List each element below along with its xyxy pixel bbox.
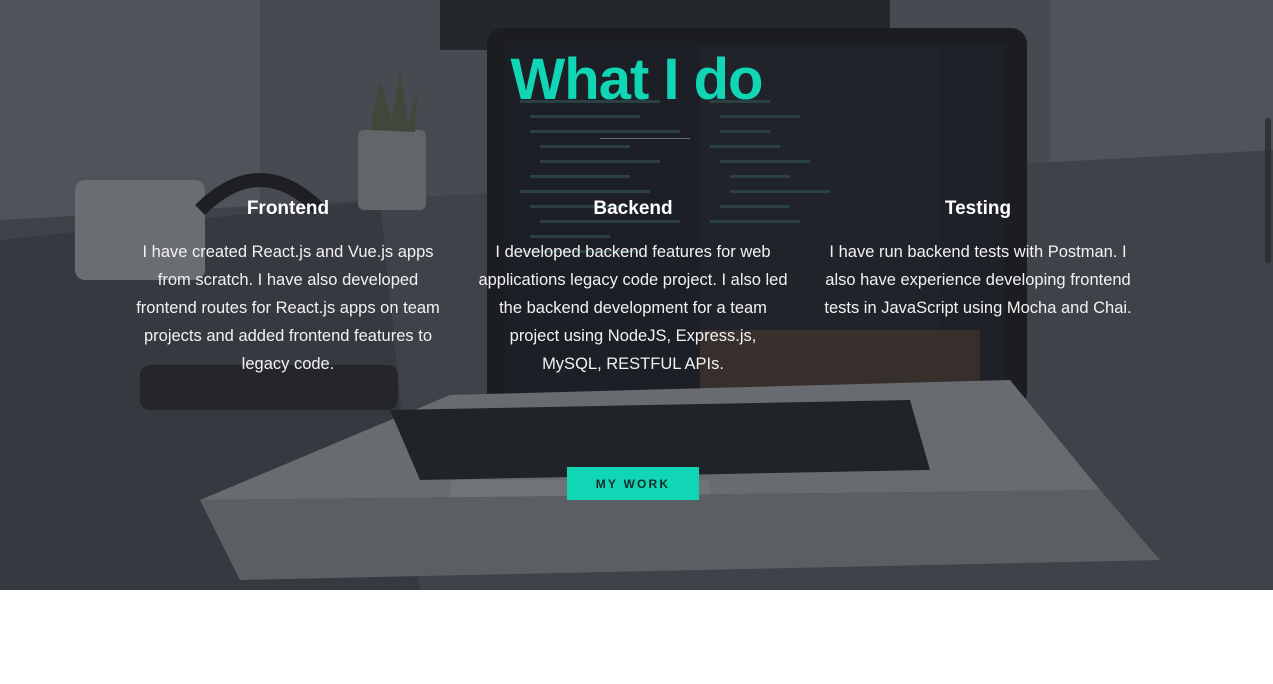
what-i-do-section: What I do Frontend I have created React.… [0, 0, 1273, 590]
section-title: What I do [510, 47, 764, 112]
section-content: What I do Frontend I have created React.… [0, 0, 1273, 590]
service-heading: Frontend [246, 198, 330, 219]
service-description: I developed backend features for web app… [478, 243, 788, 373]
service-heading: Testing [944, 198, 1012, 219]
title-divider [600, 138, 690, 139]
service-heading: Backend [593, 198, 673, 219]
my-work-button[interactable]: MY WORK [567, 467, 699, 500]
service-description: I have created React.js and Vue.js apps … [136, 243, 440, 373]
service-description: I have run backend tests with Postman. I… [824, 243, 1132, 317]
scrollbar-thumb[interactable] [1265, 118, 1271, 263]
next-section [0, 590, 1273, 684]
service-frontend: Frontend I have created React.js and Vue… [133, 196, 443, 378]
service-backend: Backend I developed backend features for… [478, 196, 788, 378]
service-testing: Testing I have run backend tests with Po… [823, 196, 1133, 322]
